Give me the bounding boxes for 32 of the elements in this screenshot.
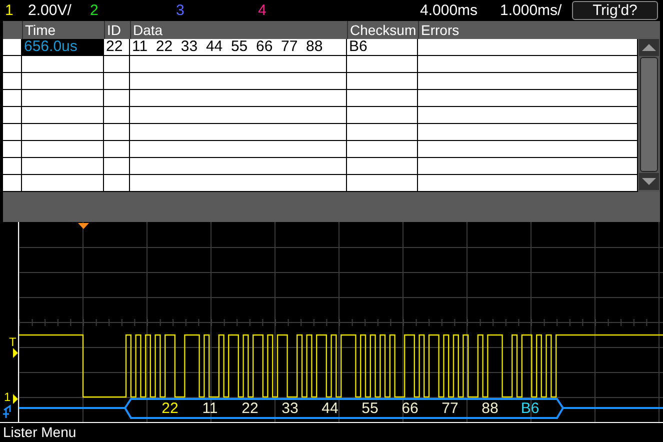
table-cell[interactable]: 656.0us — [22, 39, 104, 55]
decoded-byte: 22 — [240, 399, 260, 419]
table-cell[interactable]: B6 — [347, 39, 418, 55]
scroll-thumb[interactable] — [640, 57, 658, 172]
scrollbar[interactable] — [638, 39, 660, 192]
channel-ground-icon — [13, 394, 18, 404]
decoded-byte: 55 — [360, 399, 380, 419]
channel-label: 1 — [4, 391, 11, 403]
decoded-byte: 77 — [440, 399, 460, 419]
time-delay: 4.000ms — [420, 1, 478, 21]
decoded-byte: 44 — [320, 399, 340, 419]
vertical-scale: 2.00V/ — [28, 1, 72, 21]
decoded-byte: 22 — [160, 399, 180, 419]
decoded-byte: B6 — [520, 399, 540, 419]
channel-number[interactable]: 2 — [90, 0, 98, 21]
trigger-button[interactable]: Trig'd? — [572, 1, 658, 20]
channel-number[interactable]: 3 — [176, 0, 184, 21]
channel-number[interactable]: 4 — [258, 0, 266, 21]
decoded-byte: 66 — [400, 399, 420, 419]
scroll-down-icon[interactable] — [639, 173, 659, 190]
channel-number[interactable]: 1 — [5, 0, 14, 21]
trigger-level-icon — [13, 348, 18, 358]
softkey-menu-title: Lister Menu — [3, 424, 76, 440]
decoded-byte: 11 — [201, 399, 219, 419]
table-cell[interactable]: 11 22 33 44 55 66 77 88 — [130, 39, 347, 55]
trigger-level-label: T — [9, 336, 16, 348]
scroll-up-icon[interactable] — [639, 39, 659, 56]
bus-marker-icon — [2, 404, 11, 419]
time-scale: 1.000ms/ — [500, 1, 562, 21]
decoded-byte: 88 — [480, 399, 500, 419]
decoded-byte: 33 — [280, 399, 300, 419]
table-cell[interactable]: 22 — [104, 39, 130, 55]
